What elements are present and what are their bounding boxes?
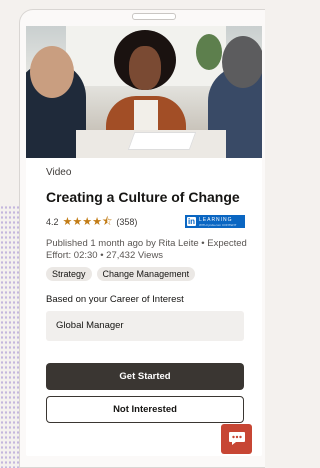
badge-sublabel: WITH lynda.com CONTENT [199,222,237,227]
tag-list: Strategy Change Management [46,267,196,281]
chat-icon [228,432,245,445]
linkedin-logo-icon: in [187,217,196,226]
review-count: (358) [116,217,138,227]
rating-row: 4.2 ★★★★⯪ (358) [46,215,137,229]
linkedin-learning-badge: in LEARNING WITH lynda.com CONTENT [185,215,245,228]
recommendation-label: Based on your Career of Interest [46,294,184,305]
tag-strategy[interactable]: Strategy [46,267,92,281]
course-thumbnail[interactable] [26,26,262,158]
chat-button[interactable] [221,424,252,454]
star-rating-icon: ★★★★⯪ [62,215,113,228]
course-title[interactable]: Creating a Culture of Change [46,189,240,205]
tag-change-management[interactable]: Change Management [96,267,196,281]
course-meta: Published 1 month ago by Rita Leite • Ex… [46,238,247,261]
not-interested-button[interactable]: Not Interested [46,396,244,423]
phone-notch [132,13,176,20]
content-type: Video [46,167,72,178]
course-card[interactable]: Video Creating a Culture of Change 4.2 ★… [26,26,262,456]
get-started-button[interactable]: Get Started [46,363,244,390]
rating-value: 4.2 [46,217,59,227]
career-of-interest: Global Manager [46,311,244,341]
